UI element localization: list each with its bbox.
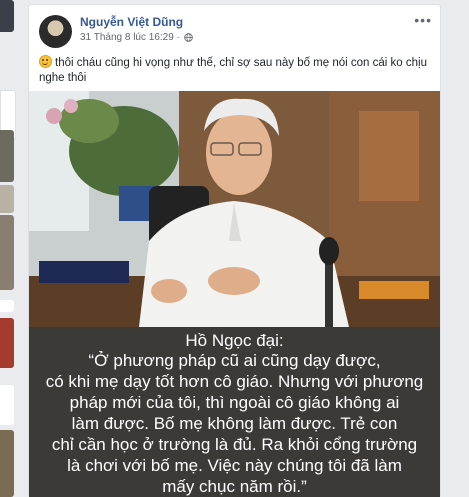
feed-thumbnail[interactable] bbox=[0, 185, 14, 213]
caption-line: chỉ cần học ở trường là đủ. Ra khỏi cổng… bbox=[51, 435, 418, 454]
feed-thumbnail[interactable] bbox=[0, 318, 14, 368]
caption-line: làm được. Bố mẹ không làm được. Trẻ con bbox=[71, 414, 398, 433]
caption-line: “Ở phương pháp cũ ai cũng dạy được, bbox=[88, 351, 381, 370]
photo-caption: Hồ Ngọc đại: “Ở phương pháp cũ ai cũng d… bbox=[29, 327, 440, 497]
status-text: thôi cháu cũng hi vọng như thế, chỉ sợ s… bbox=[39, 57, 427, 84]
caption-line: Hồ Ngọc đại: bbox=[185, 331, 284, 350]
feed-thumbnail[interactable] bbox=[0, 430, 14, 497]
photo-scene bbox=[29, 91, 440, 327]
globe-icon[interactable] bbox=[184, 33, 193, 42]
caption-line: mấy chục năm rồi.” bbox=[162, 477, 307, 496]
smiling-face-icon bbox=[39, 55, 52, 68]
caption-line: pháp mới của tôi, thì ngoài cô giáo khôn… bbox=[69, 393, 400, 412]
feed-thumbnail[interactable] bbox=[0, 130, 14, 182]
more-options-icon[interactable]: ••• bbox=[414, 13, 432, 27]
caption-line: là chơi với bố mẹ. Việc này chúng tôi đã… bbox=[67, 456, 402, 475]
post-photo[interactable]: Hồ Ngọc đại: “Ở phương pháp cũ ai cũng d… bbox=[29, 91, 440, 497]
feed-thumbnail bbox=[0, 300, 14, 312]
adjacent-feed-strip bbox=[0, 0, 20, 497]
post-meta: 31 Tháng 8 lúc 16:29 · bbox=[80, 32, 193, 43]
author-name[interactable]: Nguyễn Việt Dũng bbox=[80, 15, 183, 29]
author-avatar[interactable] bbox=[39, 15, 72, 48]
feed-post: Nguyễn Việt Dũng 31 Tháng 8 lúc 16:29 · … bbox=[28, 4, 441, 497]
feed-thumbnail bbox=[0, 385, 14, 425]
feed-thumbnail[interactable] bbox=[0, 215, 14, 290]
post-status-text: thôi cháu cũng hi vọng như thế, chỉ sợ s… bbox=[39, 55, 434, 86]
caption-line: có khi mẹ dạy tốt hơn cô giáo. Nhưng với… bbox=[45, 372, 424, 391]
post-timestamp[interactable]: 31 Tháng 8 lúc 16:29 · bbox=[80, 32, 180, 43]
feed-thumbnail[interactable] bbox=[0, 0, 14, 32]
